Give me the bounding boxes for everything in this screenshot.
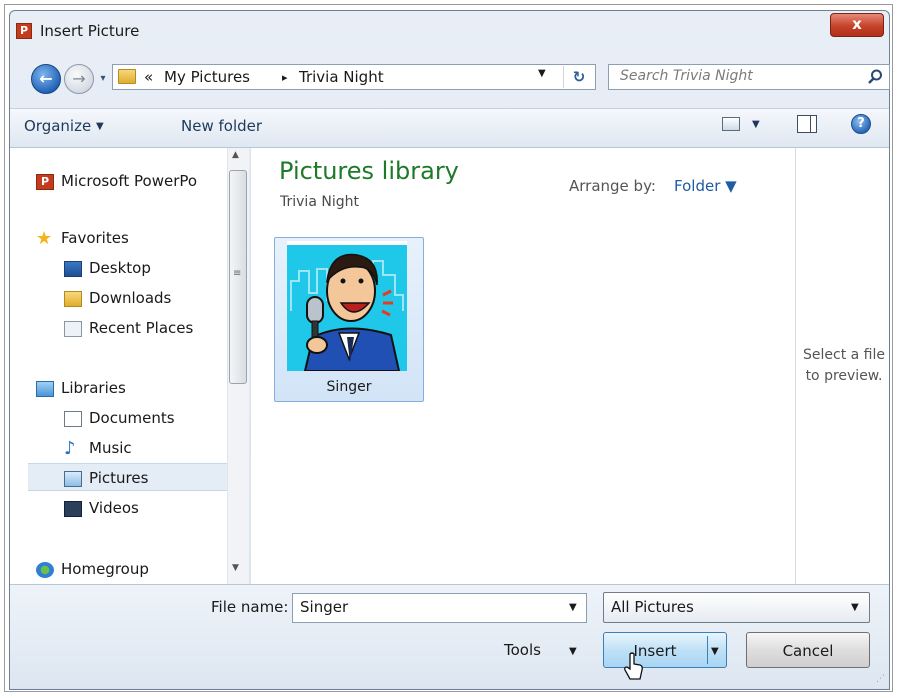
library-title: Pictures library (279, 157, 459, 185)
sidebar-item-documents[interactable]: Documents (64, 406, 175, 430)
arrange-by-dropdown[interactable]: Folder ▼ (674, 177, 737, 195)
file-type-value: All Pictures (611, 598, 694, 616)
organize-button[interactable]: Organize ▼ (24, 117, 104, 135)
back-button[interactable]: ← (31, 64, 61, 94)
scroll-down-arrow[interactable]: ▼ (232, 563, 239, 573)
libraries-icon (36, 380, 54, 397)
insert-split-divider (707, 636, 708, 664)
documents-icon (64, 410, 82, 427)
preview-placeholder: Select a file to preview. (803, 347, 885, 384)
window-title: Insert Picture (40, 22, 140, 40)
file-name-label: Singer (326, 379, 372, 395)
refresh-button[interactable]: ↻ (563, 66, 594, 88)
search-icon[interactable] (866, 68, 884, 86)
sidebar-item-recent-places[interactable]: Recent Places (64, 316, 193, 340)
sidebar-item-desktop[interactable]: Desktop (64, 256, 151, 280)
insert-options-dropdown[interactable]: ▼ (711, 646, 719, 657)
recent-places-icon (64, 320, 82, 337)
scroll-up-arrow[interactable]: ▲ (232, 150, 239, 160)
sidebar-item-libraries[interactable]: Libraries (36, 376, 126, 400)
sidebar-item-downloads[interactable]: Downloads (64, 286, 171, 310)
sidebar-item-powerpoint[interactable]: P Microsoft PowerPo (36, 169, 197, 193)
view-options-dropdown[interactable]: ▼ (752, 119, 760, 130)
desktop-icon (64, 260, 82, 277)
scroll-grip: ≡ (233, 268, 242, 279)
singer-thumbnail (287, 241, 407, 371)
cancel-button-label: Cancel (782, 642, 834, 660)
pictures-icon (64, 470, 82, 487)
library-subtitle: Trivia Night (280, 194, 359, 210)
sidebar-item-pictures[interactable]: Pictures (64, 466, 148, 490)
forward-button[interactable]: → (64, 64, 94, 94)
arrange-by-label: Arrange by: (569, 177, 656, 195)
help-icon[interactable]: ? (851, 114, 871, 134)
powerpoint-icon: P (36, 173, 54, 190)
resize-grip[interactable]: ⋰ (876, 674, 885, 684)
sidebar-item-videos[interactable]: Videos (64, 496, 139, 520)
left-strip (10, 148, 28, 584)
search-placeholder: Search Trivia Night (620, 68, 753, 84)
powerpoint-app-icon: P (16, 23, 32, 39)
file-name-value[interactable]: Singer (300, 598, 348, 616)
breadcrumb-my-pictures[interactable]: My Pictures (164, 68, 250, 86)
address-dropdown[interactable]: ▼ (538, 68, 546, 79)
sidebar-item-favorites[interactable]: ★ Favorites (36, 226, 129, 250)
file-name-label: File name: (211, 598, 289, 616)
recent-pages-dropdown[interactable]: ▾ (96, 71, 110, 87)
star-icon: ★ (36, 227, 53, 249)
homegroup-icon (36, 561, 54, 578)
close-button[interactable]: x (830, 13, 884, 37)
videos-icon (64, 500, 82, 517)
breadcrumb-arrow[interactable]: ▸ (282, 71, 288, 84)
sidebar-item-homegroup[interactable]: Homegroup (36, 557, 149, 581)
change-view-icon[interactable] (722, 117, 740, 131)
sidebar-item-music[interactable]: ♪ Music (64, 436, 132, 460)
tools-button[interactable]: Tools (504, 641, 541, 659)
mouse-cursor-icon (624, 652, 643, 680)
breadcrumb-trivia-night[interactable]: Trivia Night (299, 68, 384, 86)
downloads-icon (64, 290, 82, 307)
file-type-dropdown-icon[interactable]: ▼ (851, 602, 859, 613)
preview-pane-icon[interactable] (797, 115, 817, 133)
music-icon: ♪ (64, 437, 76, 459)
tools-dropdown-icon[interactable]: ▼ (569, 646, 577, 657)
new-folder-button[interactable]: New folder (181, 117, 262, 135)
breadcrumb-overflow[interactable]: « (144, 68, 153, 86)
folder-icon (118, 69, 136, 84)
file-name-dropdown-icon[interactable]: ▼ (569, 602, 577, 613)
